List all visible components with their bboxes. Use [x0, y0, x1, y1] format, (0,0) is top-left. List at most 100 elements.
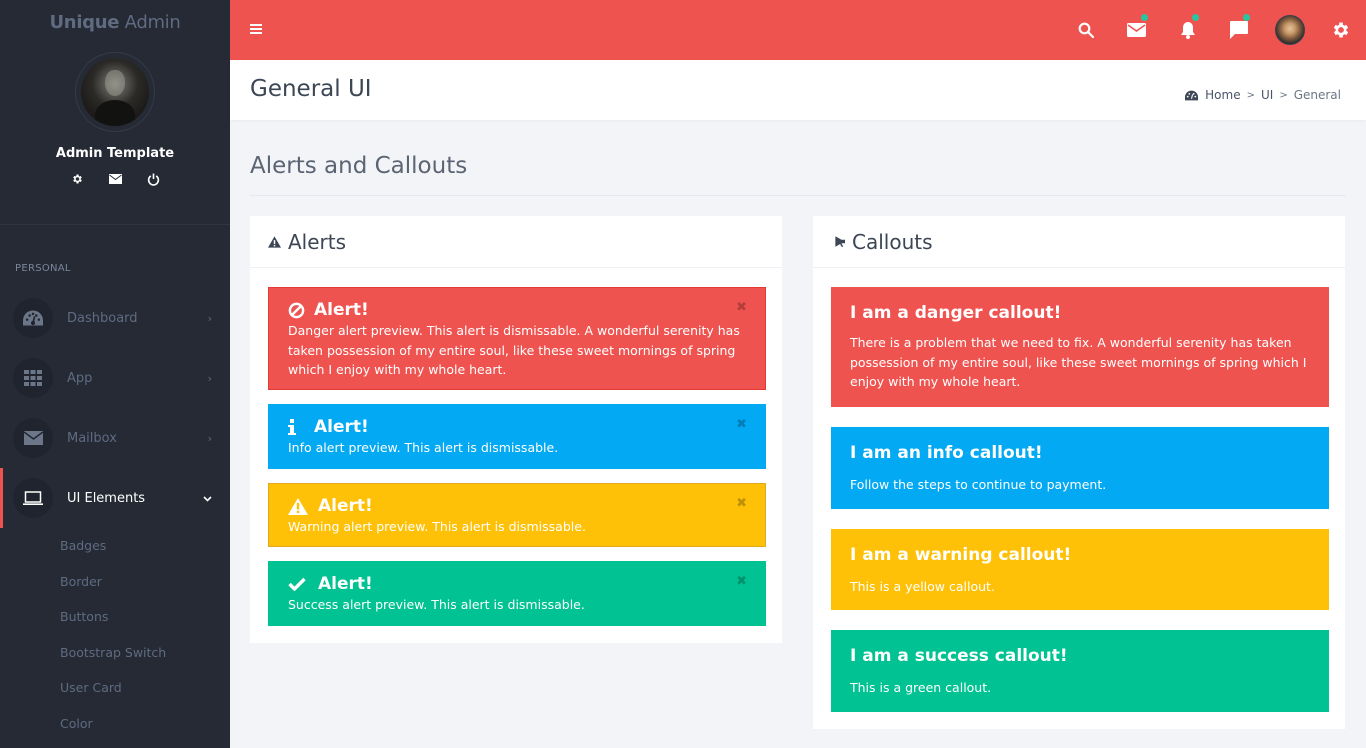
notification-dot — [1192, 14, 1199, 21]
dashboard-icon — [1185, 90, 1199, 101]
callouts-box: Callouts I am a danger callout! There is… — [813, 216, 1345, 729]
section-divider — [250, 195, 1346, 196]
alert-danger: Alert! Danger alert preview. This alert … — [268, 287, 766, 390]
submenu-item-color[interactable]: Color — [0, 706, 230, 742]
chevron-right-icon: › — [207, 311, 212, 325]
sidebar-item-label: App — [67, 370, 93, 386]
app-logo[interactable]: Unique Admin — [0, 0, 230, 46]
close-icon[interactable]: ✖ — [736, 574, 747, 589]
breadcrumb: Home > UI > General — [1185, 88, 1341, 102]
alert-info: Alert! Info alert preview. This alert is… — [268, 404, 766, 469]
chevron-down-icon — [203, 492, 212, 505]
gear-icon[interactable] — [1315, 0, 1366, 60]
alert-text: Info alert preview. This alert is dismis… — [288, 440, 559, 455]
chat-icon[interactable] — [1213, 0, 1264, 60]
callout-warning: I am a warning callout! This is a yellow… — [831, 529, 1329, 610]
notification-dot — [1243, 14, 1250, 21]
submenu-item-border[interactable]: Border — [0, 564, 230, 600]
mail-icon[interactable] — [1111, 0, 1162, 60]
grid-icon — [13, 358, 53, 398]
breadcrumb-ui[interactable]: UI — [1261, 88, 1273, 102]
user-avatar — [1274, 15, 1305, 45]
sidebar-section-header: PERSONAL — [15, 263, 71, 274]
dashboard-icon — [13, 298, 53, 338]
sidebar-item-label: Dashboard — [67, 310, 138, 326]
submenu-item-user-card[interactable]: User Card — [0, 670, 230, 706]
search-icon[interactable] — [1060, 0, 1111, 60]
bell-icon[interactable] — [1162, 0, 1213, 60]
sidebar-menu: Dashboard › App › Mailbox › UI Elements — [0, 288, 230, 741]
breadcrumb-home[interactable]: Home — [1205, 88, 1240, 102]
mail-icon[interactable] — [107, 171, 123, 187]
callout-text: There is a problem that we need to fix. … — [850, 335, 1307, 389]
alert-heading: Alert! — [288, 573, 745, 595]
power-icon[interactable] — [145, 171, 161, 187]
alerts-box-title: Alerts — [288, 229, 347, 254]
topbar-icons — [1060, 0, 1366, 60]
warning-icon — [288, 497, 310, 515]
logo-light-text: Admin — [119, 12, 181, 33]
callout-info: I am an info callout! Follow the steps t… — [831, 427, 1329, 509]
alert-heading: Alert! — [288, 416, 745, 438]
alerts-box: Alerts Alert! Danger alert preview. This… — [250, 216, 782, 643]
callouts-box-header: Callouts — [813, 216, 1345, 268]
callout-text: This is a green callout. — [850, 680, 992, 695]
warning-icon — [268, 235, 281, 248]
sidebar-item-dashboard[interactable]: Dashboard › — [0, 288, 230, 348]
envelope-icon — [13, 418, 53, 458]
breadcrumb-separator: > — [1279, 89, 1288, 101]
alert-title: Alert! — [314, 300, 369, 320]
check-icon — [288, 577, 310, 591]
callout-text: This is a yellow callout. — [850, 579, 995, 594]
profile-avatar[interactable] — [81, 58, 149, 126]
sidebar-item-ui-elements[interactable]: UI Elements — [0, 468, 230, 528]
alert-text: Success alert preview. This alert is dis… — [288, 597, 585, 612]
chevron-right-icon: › — [207, 431, 212, 445]
breadcrumb-current: General — [1293, 88, 1341, 102]
user-avatar-button[interactable] — [1264, 0, 1315, 60]
sidebar: Unique Admin Admin Template PERSONAL Das… — [0, 0, 230, 748]
sidebar-item-app[interactable]: App › — [0, 348, 230, 408]
user-profile: Admin Template — [0, 52, 230, 187]
alert-title: Alert! — [318, 574, 373, 594]
alert-text: Warning alert preview. This alert is dis… — [288, 519, 586, 534]
ban-icon — [288, 302, 306, 319]
topbar — [230, 0, 1366, 60]
sidebar-divider — [0, 224, 230, 225]
submenu-item-bootstrap-switch[interactable]: Bootstrap Switch — [0, 635, 230, 671]
submenu-item-badges[interactable]: Badges — [0, 528, 230, 564]
chevron-right-icon: › — [207, 371, 212, 385]
submenu-item-buttons[interactable]: Buttons — [0, 599, 230, 635]
alerts-box-header: Alerts — [250, 216, 782, 268]
alert-warning: Alert! Warning alert preview. This alert… — [268, 483, 766, 547]
alert-heading: Alert! — [288, 299, 745, 321]
gear-icon[interactable] — [69, 171, 85, 187]
close-icon[interactable]: ✖ — [736, 496, 747, 511]
sidebar-item-label: UI Elements — [67, 490, 146, 506]
callouts-box-title: Callouts — [852, 229, 933, 254]
callout-title: I am a danger callout! — [850, 303, 1062, 323]
callout-title: I am a warning callout! — [850, 545, 1072, 565]
sidebar-item-mailbox[interactable]: Mailbox › — [0, 408, 230, 468]
laptop-icon — [13, 478, 53, 518]
page-title: General UI — [250, 76, 372, 102]
close-icon[interactable]: ✖ — [736, 300, 747, 315]
callout-danger: I am a danger callout! There is a proble… — [831, 287, 1329, 407]
profile-name: Admin Template — [55, 146, 175, 161]
menu-toggle-icon[interactable] — [250, 24, 262, 34]
info-icon — [288, 419, 306, 435]
profile-actions — [0, 171, 230, 187]
sidebar-item-label: Mailbox — [67, 430, 117, 446]
alert-text: Danger alert preview. This alert is dism… — [288, 323, 740, 377]
profile-avatar-ring — [75, 52, 155, 132]
ui-elements-submenu: Badges Border Buttons Bootstrap Switch U… — [0, 528, 230, 741]
notification-dot — [1141, 14, 1148, 21]
alert-title: Alert! — [314, 417, 369, 437]
callout-text: Follow the steps to continue to payment. — [850, 477, 1107, 492]
callout-title: I am a success callout! — [850, 646, 1068, 666]
close-icon[interactable]: ✖ — [736, 417, 747, 432]
callout-title: I am an info callout! — [850, 443, 1043, 463]
alert-success: Alert! Success alert preview. This alert… — [268, 561, 766, 626]
alert-heading: Alert! — [288, 495, 745, 517]
breadcrumb-separator: > — [1246, 89, 1255, 101]
